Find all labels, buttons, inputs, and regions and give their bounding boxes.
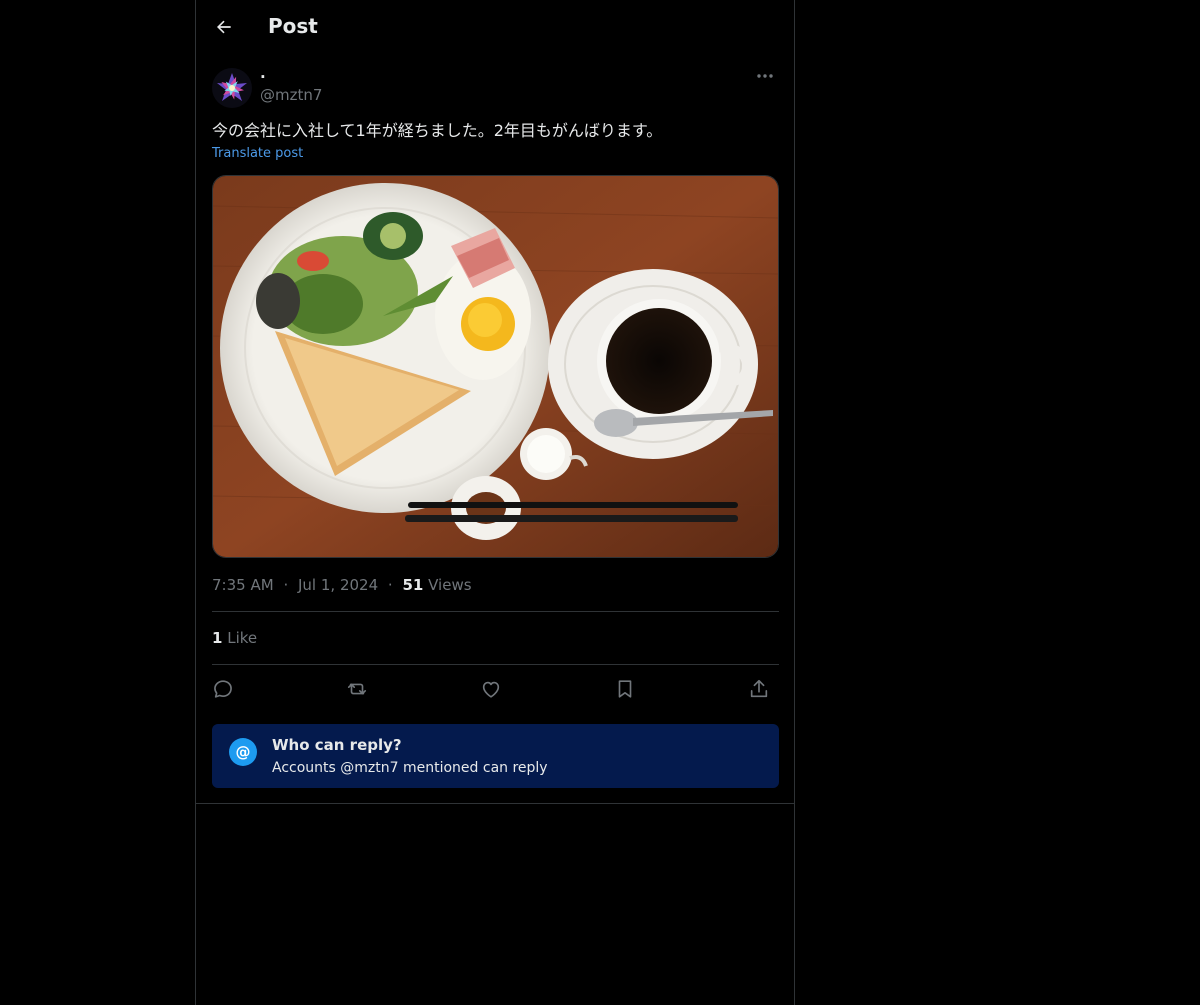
post-date[interactable]: Jul 1, 2024 bbox=[298, 576, 378, 594]
who-can-reply-subtitle: Accounts @mztn7 mentioned can reply bbox=[272, 760, 548, 776]
post-author: · @mztn7 bbox=[212, 66, 779, 110]
page-title: Post bbox=[268, 14, 318, 38]
views-count: 51 bbox=[402, 576, 424, 594]
divider bbox=[212, 611, 779, 612]
repost-icon bbox=[347, 683, 367, 695]
display-name[interactable]: · bbox=[260, 68, 266, 86]
flower-avatar-icon bbox=[212, 68, 252, 108]
back-button[interactable] bbox=[208, 11, 240, 43]
reply-icon bbox=[214, 680, 232, 698]
who-can-reply-notice: @ Who can reply? Accounts @mztn7 mention… bbox=[212, 724, 779, 788]
likes-label: Like bbox=[227, 629, 258, 647]
heart-icon bbox=[482, 681, 500, 698]
breakfast-photo-image bbox=[213, 176, 778, 557]
post-header: Post bbox=[196, 0, 794, 54]
bookmark-button[interactable] bbox=[612, 676, 638, 702]
post-column: Post · @mztn7 今の会社に入社して1年が経ちました。2年目もがんばり… bbox=[195, 0, 795, 1005]
translate-post-link[interactable]: Translate post bbox=[212, 146, 303, 161]
user-handle[interactable]: @mztn7 bbox=[260, 86, 322, 104]
repost-button[interactable] bbox=[344, 676, 370, 702]
post-meta: 7:35 AM · Jul 1, 2024 · 51 Views bbox=[212, 576, 472, 594]
share-button[interactable] bbox=[746, 676, 772, 702]
likes-count: 1 bbox=[212, 629, 223, 647]
more-horizontal-icon bbox=[757, 74, 773, 78]
arrow-left-icon bbox=[217, 20, 231, 34]
avatar[interactable] bbox=[212, 68, 252, 108]
divider bbox=[196, 803, 794, 804]
divider bbox=[212, 664, 779, 665]
who-can-reply-title: Who can reply? bbox=[272, 736, 402, 754]
views-label: Views bbox=[428, 576, 472, 594]
bookmark-icon bbox=[618, 680, 632, 698]
meta-separator: · bbox=[387, 576, 393, 594]
post-photo[interactable] bbox=[212, 175, 779, 558]
likes-count-link[interactable]: 1 Like bbox=[212, 629, 257, 647]
post-time[interactable]: 7:35 AM bbox=[212, 576, 274, 594]
at-mention-icon: @ bbox=[229, 738, 257, 766]
like-button[interactable] bbox=[478, 676, 504, 702]
share-icon bbox=[750, 679, 768, 698]
more-options-button[interactable] bbox=[753, 66, 777, 86]
post-text: 今の会社に入社して1年が経ちました。2年目もがんばります。 bbox=[212, 121, 663, 140]
action-bar bbox=[212, 674, 779, 704]
meta-separator: · bbox=[283, 576, 289, 594]
reply-button[interactable] bbox=[210, 676, 236, 702]
